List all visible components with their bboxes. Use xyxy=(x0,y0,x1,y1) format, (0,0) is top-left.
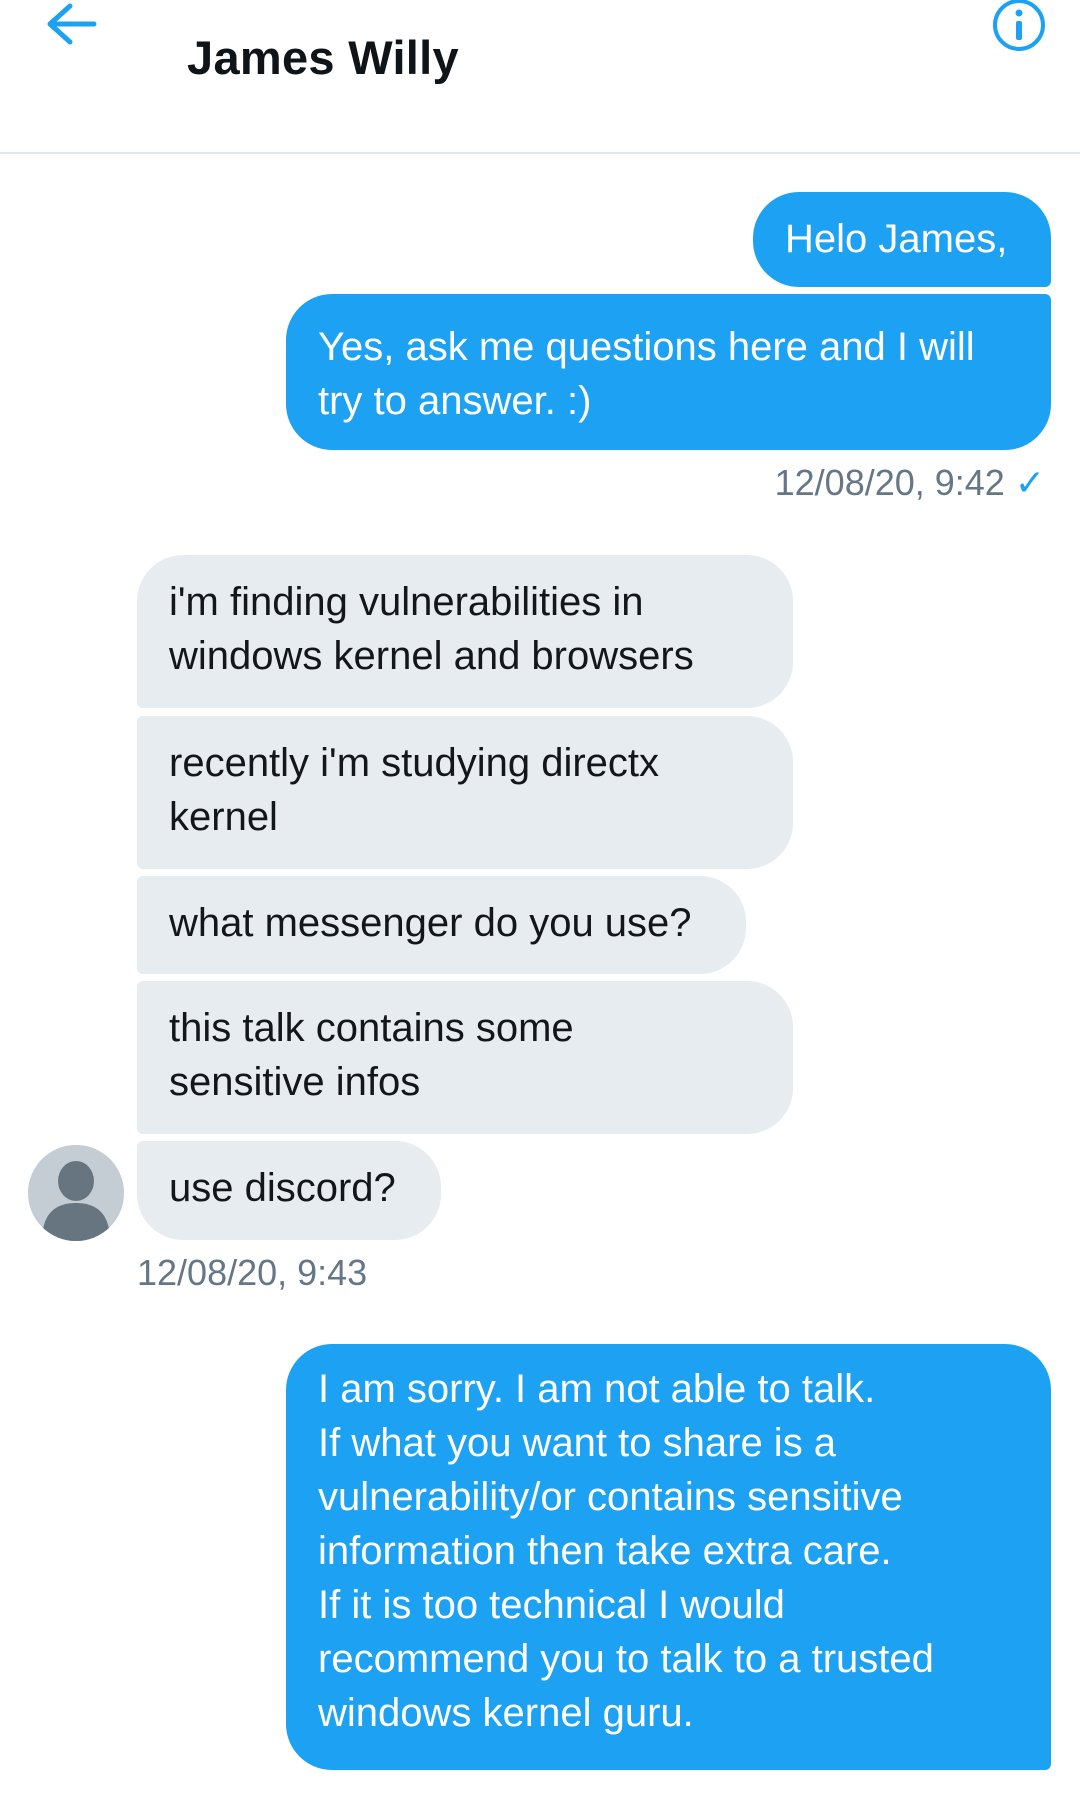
message-line: vulnerability/or contains sensitive xyxy=(318,1475,903,1519)
message-line: this talk contains some xyxy=(169,1006,574,1050)
message-line: kernel xyxy=(169,795,278,839)
message-line: what messenger do you use? xyxy=(169,901,692,945)
timestamp-text: 12/08/20, 9:43 xyxy=(137,1252,368,1293)
incoming-message[interactable]: this talk contains some sensitive infos xyxy=(137,981,793,1134)
message-line: windows kernel and browsers xyxy=(169,634,694,678)
incoming-message[interactable]: what messenger do you use? xyxy=(137,876,746,974)
checkmark-icon: ✓ xyxy=(1014,462,1045,503)
message-line: information then take extra care. xyxy=(318,1529,892,1573)
message-line: If what you want to share is a xyxy=(318,1421,837,1465)
message-line: Yes, ask me questions here and I will xyxy=(318,325,975,369)
message-line: Helo James, xyxy=(785,217,1008,261)
message-line: use discord? xyxy=(169,1166,396,1210)
incoming-message[interactable]: i'm finding vulnerabilities in windows k… xyxy=(137,555,793,708)
info-circle-icon xyxy=(993,0,1045,51)
message-line: try to answer. :) xyxy=(318,379,592,423)
message-line: sensitive infos xyxy=(169,1060,421,1104)
outgoing-message[interactable]: Yes, ask me questions here and I will tr… xyxy=(286,294,1051,450)
incoming-message[interactable]: use discord? xyxy=(137,1141,441,1240)
outgoing-message[interactable]: Helo James, xyxy=(753,192,1051,287)
message-line: i'm finding vulnerabilities in xyxy=(169,580,644,624)
timestamp-text: 12/08/20, 9:42 xyxy=(774,462,1005,503)
conversation-title: James Willy xyxy=(187,31,459,84)
message-timestamp: 12/08/20, 9:42 ✓ xyxy=(775,462,1045,504)
message-line: If it is too technical I would xyxy=(318,1583,785,1627)
info-button[interactable] xyxy=(985,0,1049,54)
message-line: windows kernel guru. xyxy=(318,1691,694,1735)
back-button[interactable] xyxy=(40,0,100,50)
avatar[interactable] xyxy=(28,1145,124,1241)
message-line: I am sorry. I am not able to talk. xyxy=(318,1367,876,1411)
conversation-header: James Willy xyxy=(0,0,1080,154)
message-line: recommend you to talk to a trusted xyxy=(318,1637,934,1681)
default-profile-icon xyxy=(28,1145,124,1241)
outgoing-message[interactable]: I am sorry. I am not able to talk. If wh… xyxy=(286,1344,1051,1770)
arrow-left-icon xyxy=(47,3,97,45)
message-line: recently i'm studying directx xyxy=(169,741,660,785)
message-timestamp: 12/08/20, 9:43 xyxy=(137,1252,367,1294)
incoming-message[interactable]: recently i'm studying directx kernel xyxy=(137,716,793,869)
